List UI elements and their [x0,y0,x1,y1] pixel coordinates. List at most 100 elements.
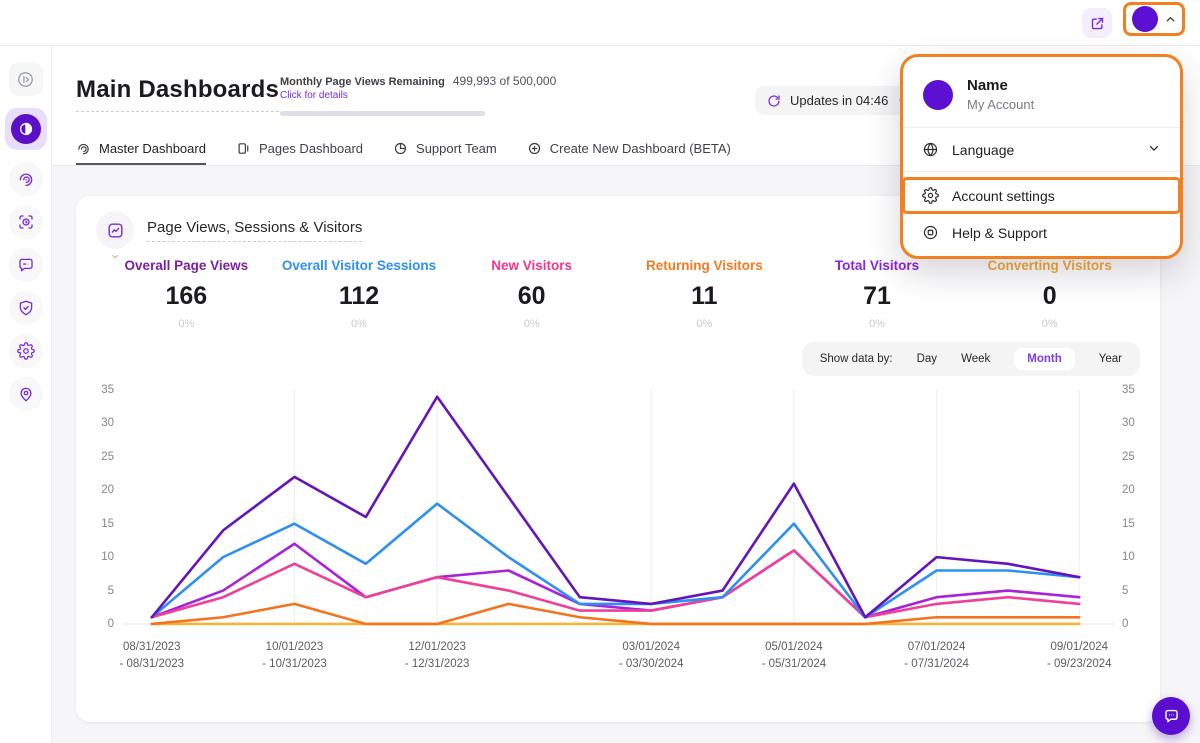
refresh-icon [767,94,781,108]
line-chart: 05101520253035 05101520253035 08/31/2023… [88,384,1148,676]
metric-returning-visitors[interactable]: Returning Visitors 11 0% [618,258,791,330]
external-link-icon [1090,16,1105,31]
y-axis-label: 20 [1122,484,1135,496]
y-axis-label: 10 [1122,551,1135,563]
metric-label: Converting Visitors [963,258,1136,273]
pages-tab-icon [236,141,251,156]
chevron-up-icon[interactable] [1164,13,1177,26]
gear-icon [922,187,939,204]
metric-overall-page-views[interactable]: Overall Page Views 166 0% [100,258,273,330]
chart-widget-icon-wrap [96,211,134,249]
y-axis-left: 05101520253035 [88,384,122,630]
x-axis-label: 09/01/2024- 09/23/2024 [1047,639,1112,672]
y-axis-label: 15 [1122,518,1135,530]
metric-delta: 0% [618,318,791,330]
metric-delta: 0% [963,318,1136,330]
x-axis-labels: 08/31/2023- 08/31/202310/01/2023- 10/31/… [122,630,1114,676]
metric-new-visitors[interactable]: New Visitors 60 0% [445,258,618,330]
y-axis-label: 25 [1122,451,1135,463]
metric-label: Returning Visitors [618,258,791,273]
metric-value: 112 [273,282,446,311]
expand-sidebar-button[interactable] [9,62,43,96]
spiral-gauge-icon [17,170,35,188]
menu-profile: Name My Account [903,71,1180,127]
open-in-new-tab-button[interactable] [1082,8,1112,38]
shield-check-icon [17,299,35,317]
gear-icon [17,342,35,360]
x-axis-label: 07/01/2024- 07/31/2024 [904,639,969,672]
show-data-by-label: Show data by: [820,353,893,365]
plus-circle-icon [527,141,542,156]
session-recording-icon [17,213,35,231]
gauge-tab-icon [76,141,91,156]
top-bar [0,0,1200,46]
x-axis-label: 03/01/2024- 03/30/2024 [619,639,684,672]
sidebar-item-feedback[interactable] [9,248,43,282]
menu-item-help-support[interactable]: Help & Support [903,215,1180,256]
menu-divider [903,171,1180,172]
metric-overall-visitor-sessions[interactable]: Overall Visitor Sessions 112 0% [273,258,446,330]
menu-item-account-settings[interactable]: Account settings [902,177,1181,214]
menu-item-label: Account settings [952,188,1055,204]
chat-bubble-icon [17,256,35,274]
metric-delta: 0% [791,318,964,330]
metrics-row: Overall Page Views 166 0% Overall Visito… [100,258,1136,330]
menu-item-label: Help & Support [952,225,1047,241]
show-data-by-week[interactable]: Week [961,353,990,365]
sidebar-item-behaviour[interactable] [9,162,43,196]
usage-value: 499,993 of 500,000 [453,74,556,88]
metric-delta: 0% [100,318,273,330]
plot-area[interactable] [122,384,1114,630]
chart-svg [122,384,1114,630]
support-chat-button[interactable] [1152,697,1190,735]
menu-item-language[interactable]: Language [903,128,1180,171]
usage-progress-bar [280,111,485,116]
chart-line-total-visitors [152,544,1080,618]
x-axis-label: 05/01/2024- 05/31/2024 [762,639,827,672]
expand-sidebar-icon [16,70,35,89]
metric-label: Total Visitors [791,258,964,273]
tab-create-new-dashboard[interactable]: Create New Dashboard (BETA) [527,134,731,165]
usage-details-link[interactable]: Click for details [280,90,492,101]
pie-tab-icon [393,141,408,156]
updates-timer-button[interactable]: Updates in 04:46 [755,86,921,115]
metric-value: 11 [618,282,791,311]
avatar [923,80,953,110]
sidebar-item-dashboards[interactable] [5,108,47,150]
metric-total-visitors[interactable]: Total Visitors 71 0% [791,258,964,330]
tab-label: Master Dashboard [99,141,206,156]
show-data-by-day[interactable]: Day [917,353,937,365]
dashboard-pie-icon [17,120,35,138]
sidebar-item-session-recordings[interactable] [9,205,43,239]
tab-support-team[interactable]: Support Team [393,134,497,165]
show-data-by-switcher: Show data by: Day Week Month Year [802,342,1140,376]
profile-name: Name [967,77,1034,94]
sidebar-item-privacy[interactable] [9,291,43,325]
chart-line-overall-page-views [152,397,1080,618]
tab-label: Create New Dashboard (BETA) [550,141,731,156]
y-axis-label: 30 [101,417,114,429]
updates-timer-label: Updates in 04:46 [790,93,888,108]
sidebar-nav [0,46,52,743]
metric-delta: 0% [273,318,446,330]
show-data-by-year[interactable]: Year [1099,353,1122,365]
y-axis-label: 5 [1122,585,1128,597]
sidebar-item-settings[interactable] [9,334,43,368]
y-axis-label: 20 [101,484,114,496]
tab-master-dashboard[interactable]: Master Dashboard [76,134,206,165]
metric-delta: 0% [445,318,618,330]
y-axis-label: 35 [101,384,114,396]
sidebar-item-visitor-map[interactable] [9,377,43,411]
account-menu-annotation-box [1123,2,1185,36]
avatar[interactable] [1132,6,1158,32]
usage-block: Monthly Page Views Remaining 499,993 of … [280,74,492,116]
usage-progress-fill [280,111,485,116]
metric-value: 166 [100,282,273,311]
show-data-by-month[interactable]: Month [1014,348,1074,370]
metric-converting-visitors[interactable]: Converting Visitors 0 0% [963,258,1136,330]
tab-pages-dashboard[interactable]: Pages Dashboard [236,134,363,165]
y-axis-label: 5 [108,585,114,597]
metric-value: 71 [791,282,964,311]
chart-card: Page Views, Sessions & Visitors Overall … [76,196,1160,722]
card-title: Page Views, Sessions & Visitors [147,219,362,242]
